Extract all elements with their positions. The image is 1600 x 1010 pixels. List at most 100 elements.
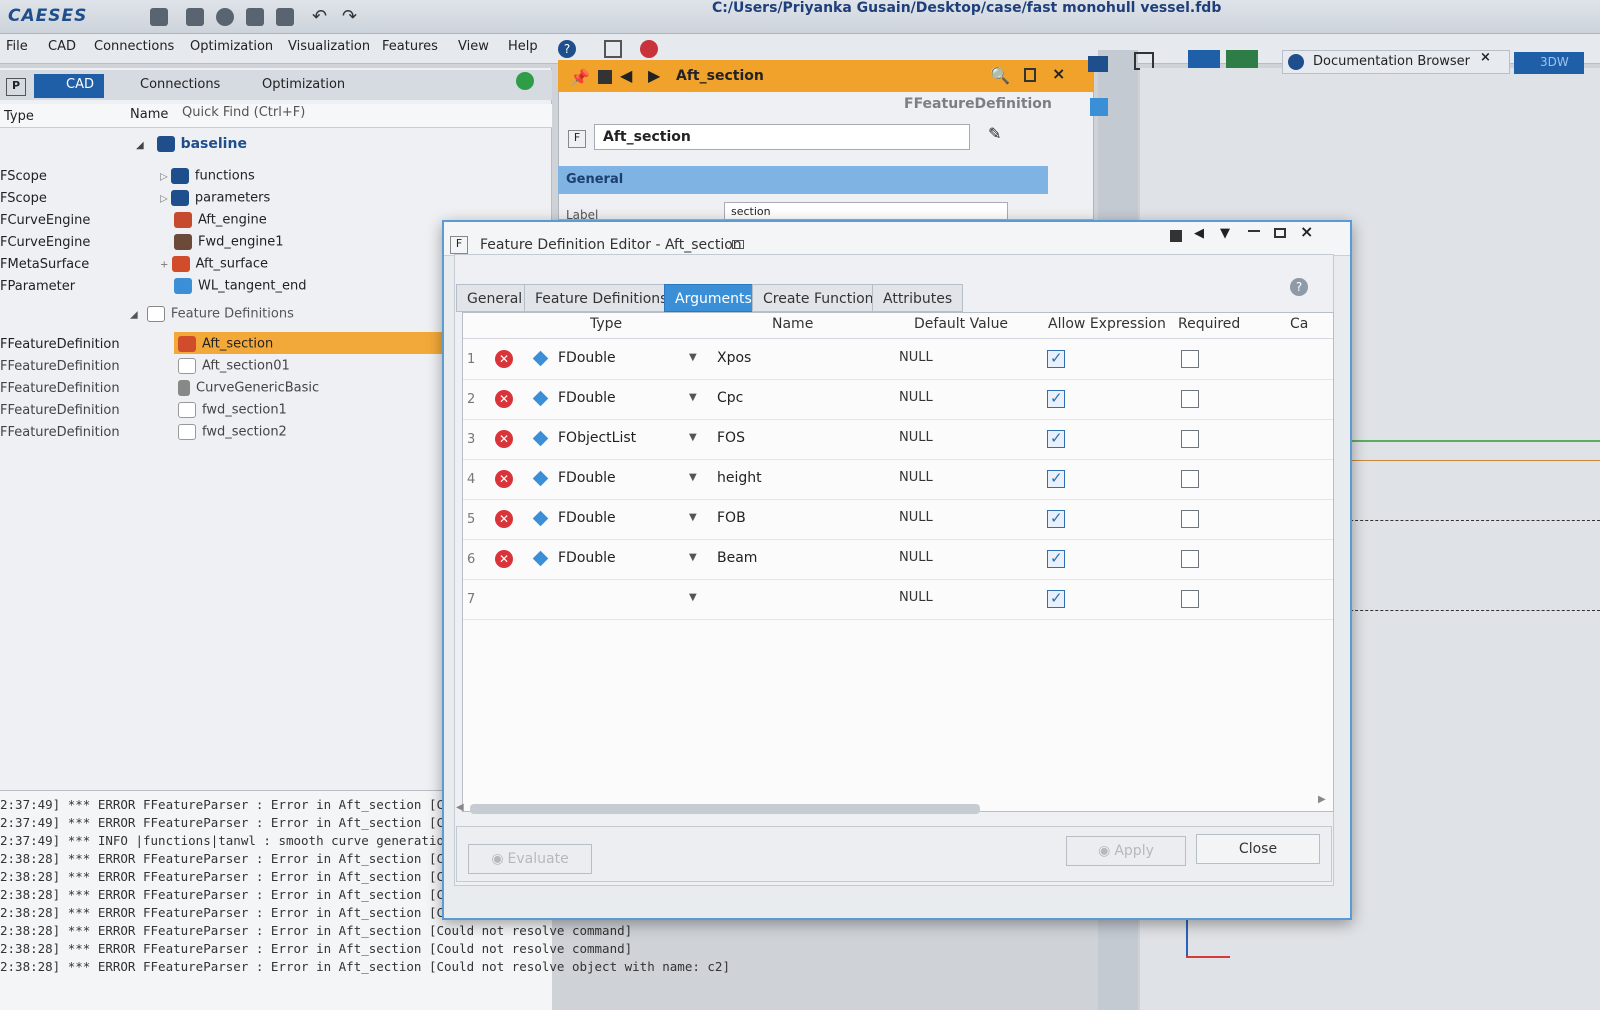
- table-row[interactable]: 4 ✕ FDouble ▼ height NULL: [463, 460, 1333, 500]
- header-name[interactable]: Name: [772, 316, 813, 332]
- tab-connections[interactable]: Connections: [108, 74, 230, 98]
- tree-row[interactable]: FFeatureDefinition fwd_section1: [0, 402, 287, 424]
- forward-icon[interactable]: ▶: [648, 66, 660, 85]
- undo-icon[interactable]: ↶: [312, 6, 327, 27]
- default-value-cell[interactable]: NULL: [899, 350, 933, 365]
- table-row[interactable]: 5 ✕ FDouble ▼ FOB NULL: [463, 500, 1333, 540]
- allow-expression-checkbox[interactable]: [1047, 509, 1065, 528]
- type-select[interactable]: FDouble: [558, 510, 616, 526]
- menu-connections[interactable]: Connections: [94, 39, 174, 54]
- edit-icon[interactable]: ✎: [988, 124, 1001, 143]
- tree-row[interactable]: FMetaSurface + Aft_surface: [0, 256, 268, 278]
- menu-help[interactable]: Help: [508, 39, 538, 54]
- tree-row[interactable]: FScope ▷ functions: [0, 168, 255, 190]
- name-cell[interactable]: Beam: [717, 550, 757, 566]
- chevron-down-icon[interactable]: ▼: [1220, 226, 1230, 241]
- delete-icon[interactable]: ✕: [495, 470, 513, 488]
- horizontal-scrollbar[interactable]: [470, 804, 980, 814]
- type-select[interactable]: FDouble: [558, 390, 616, 406]
- type-select[interactable]: FObjectList: [558, 430, 636, 446]
- col-name[interactable]: Name: [130, 107, 168, 122]
- chevron-down-icon[interactable]: ▼: [689, 352, 697, 363]
- tab-feature-definitions[interactable]: Feature Definitions: [524, 284, 679, 312]
- table-row[interactable]: 7 ▼ NULL: [463, 580, 1333, 620]
- tree-baseline[interactable]: ◢ baseline: [136, 136, 247, 158]
- help-icon[interactable]: ?: [1290, 278, 1308, 296]
- copy-icon[interactable]: [604, 40, 622, 58]
- tab-arguments[interactable]: Arguments: [664, 284, 763, 312]
- chevron-down-icon[interactable]: ▼: [689, 432, 697, 443]
- default-value-cell[interactable]: NULL: [899, 510, 933, 525]
- scroll-right-icon[interactable]: ▶: [1318, 794, 1326, 805]
- header-type[interactable]: Type: [590, 316, 622, 332]
- delete-icon[interactable]: ✕: [495, 430, 513, 448]
- name-cell[interactable]: Xpos: [717, 350, 751, 366]
- apply-button[interactable]: ◉ Apply: [1066, 836, 1186, 866]
- chevron-down-icon[interactable]: ▼: [689, 512, 697, 523]
- required-checkbox[interactable]: [1181, 510, 1199, 528]
- tree-row[interactable]: FCurveEngine Aft_engine: [0, 212, 267, 234]
- delete-icon[interactable]: ✕: [495, 350, 513, 368]
- allow-expression-checkbox[interactable]: [1047, 469, 1065, 488]
- tab-optimization[interactable]: Optimization: [230, 74, 355, 98]
- delete-icon[interactable]: ✕: [495, 510, 513, 528]
- menu-cad[interactable]: CAD: [48, 39, 76, 54]
- tab-general[interactable]: General: [456, 284, 534, 312]
- chevron-down-icon[interactable]: ▼: [689, 552, 697, 563]
- stop-icon[interactable]: [598, 70, 612, 84]
- back-icon[interactable]: ◀: [620, 66, 632, 85]
- stop-record-icon[interactable]: [640, 40, 658, 58]
- header-default-value[interactable]: Default Value: [914, 316, 1008, 332]
- evaluate-button[interactable]: ◉ Evaluate: [468, 844, 592, 874]
- default-value-cell[interactable]: NULL: [899, 470, 933, 485]
- allow-expression-checkbox[interactable]: [1047, 349, 1065, 368]
- delete-icon[interactable]: ✕: [495, 390, 513, 408]
- menu-view[interactable]: View: [458, 39, 489, 54]
- open-icon[interactable]: [186, 8, 204, 26]
- required-checkbox[interactable]: [1181, 390, 1199, 408]
- tree-row[interactable]: FParameter WL_tangent_end: [0, 278, 306, 300]
- minimize-icon[interactable]: [1248, 230, 1260, 232]
- allow-expression-checkbox[interactable]: [1047, 589, 1065, 608]
- name-cell[interactable]: FOB: [717, 510, 746, 526]
- close-button[interactable]: Close: [1196, 834, 1320, 864]
- menu-file[interactable]: File: [6, 39, 28, 54]
- default-value-cell[interactable]: NULL: [899, 590, 933, 605]
- required-checkbox[interactable]: [1181, 470, 1199, 488]
- tab-documentation-browser[interactable]: Documentation Browser: [1282, 50, 1510, 74]
- allow-expression-checkbox[interactable]: [1047, 549, 1065, 568]
- table-row[interactable]: 1 ✕ FDouble ▼ Xpos NULL: [463, 340, 1333, 380]
- table-row[interactable]: 2 ✕ FDouble ▼ Cpc NULL: [463, 380, 1333, 420]
- folder-icon[interactable]: [1088, 56, 1108, 72]
- restore-icon[interactable]: [732, 240, 744, 249]
- scroll-left-icon[interactable]: ◀: [456, 802, 464, 813]
- chevron-down-icon[interactable]: ▼: [689, 592, 697, 603]
- stop-icon[interactable]: [216, 8, 234, 26]
- type-select[interactable]: FDouble: [558, 350, 616, 366]
- header-allow-expression[interactable]: Allow Expression: [1048, 316, 1166, 332]
- section-general[interactable]: General: [558, 166, 1048, 194]
- default-value-cell[interactable]: NULL: [899, 550, 933, 565]
- copy-icon[interactable]: [1024, 68, 1036, 82]
- tree-row[interactable]: FScope ▷ parameters: [0, 190, 270, 212]
- pin-icon[interactable]: 📌: [570, 68, 590, 87]
- save-icon[interactable]: [246, 8, 264, 26]
- tree-feature-definitions[interactable]: ◢ Feature Definitions: [130, 306, 294, 328]
- table-row[interactable]: 3 ✕ FObjectList ▼ FOS NULL: [463, 420, 1333, 460]
- required-checkbox[interactable]: [1181, 590, 1199, 608]
- delete-icon[interactable]: ✕: [495, 550, 513, 568]
- back-icon[interactable]: ◀: [1194, 226, 1204, 241]
- save-as-icon[interactable]: [276, 8, 294, 26]
- close-icon[interactable]: ×: [1300, 222, 1313, 241]
- object-name-input[interactable]: Aft_section: [594, 124, 970, 150]
- tab-attributes[interactable]: Attributes: [872, 284, 964, 312]
- tab-cad[interactable]: CAD: [34, 74, 104, 98]
- tree-row[interactable]: FFeatureDefinition Aft_section01: [0, 358, 290, 380]
- type-select[interactable]: FDouble: [558, 470, 616, 486]
- required-checkbox[interactable]: [1181, 350, 1199, 368]
- search-icon[interactable]: 🔍: [990, 66, 1010, 85]
- close-tab-icon[interactable]: ×: [1480, 50, 1491, 65]
- tree-row[interactable]: FFeatureDefinition fwd_section2: [0, 424, 287, 446]
- type-select[interactable]: FDouble: [558, 550, 616, 566]
- table-row[interactable]: 6 ✕ FDouble ▼ Beam NULL: [463, 540, 1333, 580]
